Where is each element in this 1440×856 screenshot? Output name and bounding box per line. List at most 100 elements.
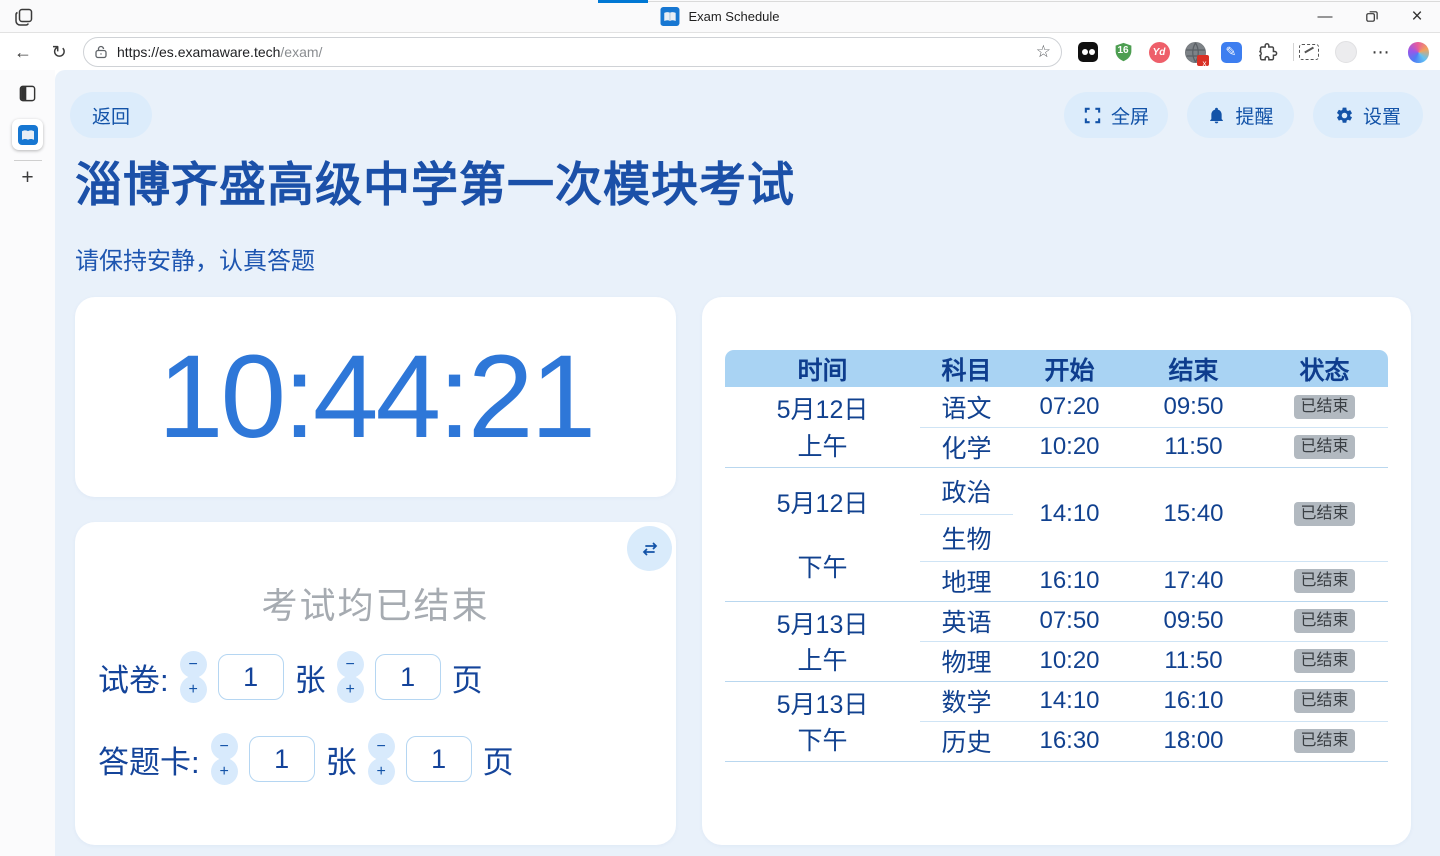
- status-badge: 已结束: [1294, 729, 1354, 753]
- schedule-card: 时间 科目 开始 结束 状态 5月12日上午 语文 07:20: [702, 297, 1411, 845]
- end-cell: 15:40: [1126, 467, 1261, 561]
- subject-cell: 政治生物: [920, 467, 1013, 561]
- start-cell: 14:10: [1013, 467, 1126, 561]
- answer-sheets-minus-button[interactable]: −: [211, 733, 238, 760]
- extension-translate-icon[interactable]: ✎: [1219, 40, 1243, 64]
- copilot-icon[interactable]: [1406, 40, 1430, 64]
- reminder-label: 提醒: [1235, 102, 1273, 129]
- table-row: 5月13日下午 数学 14:10 16:10 已结束: [725, 681, 1388, 721]
- tab-exam-schedule[interactable]: Exam Schedule: [646, 0, 793, 33]
- end-cell: 09:50: [1126, 601, 1261, 641]
- swap-button[interactable]: [627, 526, 672, 571]
- paper-pages-plus-button[interactable]: +: [337, 676, 364, 703]
- window-controls: — ×: [1302, 0, 1440, 33]
- answer-pages-minus-button[interactable]: −: [368, 733, 395, 760]
- refresh-icon[interactable]: ↻: [44, 37, 74, 67]
- subject-cell: 物理: [920, 641, 1013, 681]
- paper-sheets-input[interactable]: [218, 654, 284, 700]
- back-button[interactable]: 返回: [70, 92, 152, 138]
- fullscreen-button[interactable]: 全屏: [1064, 92, 1168, 138]
- sidebar-toggle-icon[interactable]: [18, 84, 37, 103]
- titlebar: Exam Schedule — ×: [0, 0, 1440, 33]
- status-cell: 已结束: [1261, 721, 1388, 761]
- subject-cell: 地理: [920, 561, 1013, 601]
- answer-sheets-plus-button[interactable]: +: [211, 758, 238, 785]
- start-cell: 10:20: [1013, 641, 1126, 681]
- url-text[interactable]: https://es.examaware.tech/exam/: [117, 44, 1036, 60]
- adblock-count: 16: [1113, 45, 1134, 56]
- restore-button[interactable]: [1348, 0, 1394, 33]
- lock-icon[interactable]: [93, 44, 109, 60]
- table-row: 5月12日下午 政治生物 14:10 15:40 已结束: [725, 467, 1388, 561]
- extension-adblock-icon[interactable]: 16: [1111, 40, 1135, 64]
- sidebar-add-icon[interactable]: +: [21, 167, 33, 188]
- start-cell: 07:20: [1013, 387, 1126, 427]
- extension-yd-icon[interactable]: Yd: [1147, 40, 1171, 64]
- examaware-app-icon: [18, 125, 38, 145]
- swap-arrows-icon: [640, 539, 660, 559]
- paper-sheets-minus-button[interactable]: −: [180, 651, 207, 678]
- answer-sheet-label: 答题卡:: [98, 737, 200, 782]
- date-cell: 5月13日上午: [725, 601, 920, 681]
- favorite-star-icon[interactable]: ☆: [1036, 42, 1051, 62]
- paper-pages-minus-button[interactable]: −: [337, 651, 364, 678]
- table-header-row: 时间 科目 开始 结束 状态: [725, 350, 1388, 387]
- end-cell: 17:40: [1126, 561, 1261, 601]
- tab-title: Exam Schedule: [688, 9, 779, 24]
- url-domain: https://es.examaware.tech: [117, 44, 280, 60]
- start-cell: 14:10: [1013, 681, 1126, 721]
- status-cell: 已结束: [1261, 681, 1388, 721]
- address-bar[interactable]: https://es.examaware.tech/exam/ ☆: [83, 37, 1062, 67]
- reminder-button[interactable]: 提醒: [1187, 92, 1294, 138]
- start-cell: 10:20: [1013, 427, 1126, 467]
- date-cell: 5月12日上午: [725, 387, 920, 467]
- web-capture-icon[interactable]: [1297, 40, 1321, 64]
- end-cell: 18:00: [1126, 721, 1261, 761]
- status-cell: 已结束: [1261, 427, 1388, 467]
- extensions-puzzle-icon[interactable]: [1255, 40, 1279, 64]
- settings-label: 设置: [1363, 102, 1401, 129]
- status-badge: 已结束: [1294, 649, 1354, 673]
- date-cell: 5月12日下午: [725, 467, 920, 601]
- table-row: 5月12日上午 语文 07:20 09:50 已结束: [725, 387, 1388, 427]
- edge-sidebar: +: [0, 70, 55, 856]
- status-cell: 已结束: [1261, 467, 1388, 561]
- extension-globe-icon[interactable]: x: [1183, 40, 1207, 64]
- answer-sheets-input[interactable]: [249, 736, 315, 782]
- globe-error-badge: x: [1197, 55, 1209, 66]
- col-subject: 科目: [920, 350, 1013, 387]
- profile-avatar[interactable]: [1334, 40, 1358, 64]
- toolbar-separator: [1293, 43, 1294, 61]
- subject-cell: 语文: [920, 387, 1013, 427]
- exam-status-message: 考试均已结束: [75, 577, 676, 629]
- sidebar-app-examaware[interactable]: [12, 119, 43, 150]
- back-nav-icon[interactable]: ←: [8, 37, 38, 67]
- status-cell: 已结束: [1261, 641, 1388, 681]
- status-badge: 已结束: [1294, 502, 1354, 526]
- answer-pages-plus-button[interactable]: +: [368, 758, 395, 785]
- end-cell: 09:50: [1126, 387, 1261, 427]
- paper-row: 试卷: − + 张 − + 页: [98, 645, 483, 709]
- more-options-icon[interactable]: ⋯: [1369, 40, 1393, 64]
- paper-pages-unit: 页: [452, 655, 483, 700]
- close-button[interactable]: ×: [1394, 0, 1440, 33]
- examaware-favicon-icon: [660, 7, 679, 26]
- end-cell: 11:50: [1126, 427, 1261, 467]
- status-badge: 已结束: [1294, 395, 1354, 419]
- status-badge: 已结束: [1294, 435, 1354, 459]
- active-tab-accent: [598, 0, 648, 3]
- answer-sheet-row: 答题卡: − + 张 − + 页: [98, 727, 514, 791]
- settings-button[interactable]: 设置: [1313, 92, 1423, 138]
- minimize-button[interactable]: —: [1302, 0, 1348, 33]
- answer-pages-input[interactable]: [406, 736, 472, 782]
- workspaces-icon[interactable]: [14, 7, 34, 27]
- answer-pages-stepper: − +: [368, 733, 395, 785]
- fullscreen-icon: [1083, 106, 1102, 125]
- start-cell: 16:30: [1013, 721, 1126, 761]
- paper-pages-stepper: − +: [337, 651, 364, 703]
- paper-sheets-plus-button[interactable]: +: [180, 676, 207, 703]
- paper-pages-input[interactable]: [375, 654, 441, 700]
- col-start: 开始: [1013, 350, 1126, 387]
- end-cell: 16:10: [1126, 681, 1261, 721]
- extension-darkreader-icon[interactable]: [1076, 40, 1100, 64]
